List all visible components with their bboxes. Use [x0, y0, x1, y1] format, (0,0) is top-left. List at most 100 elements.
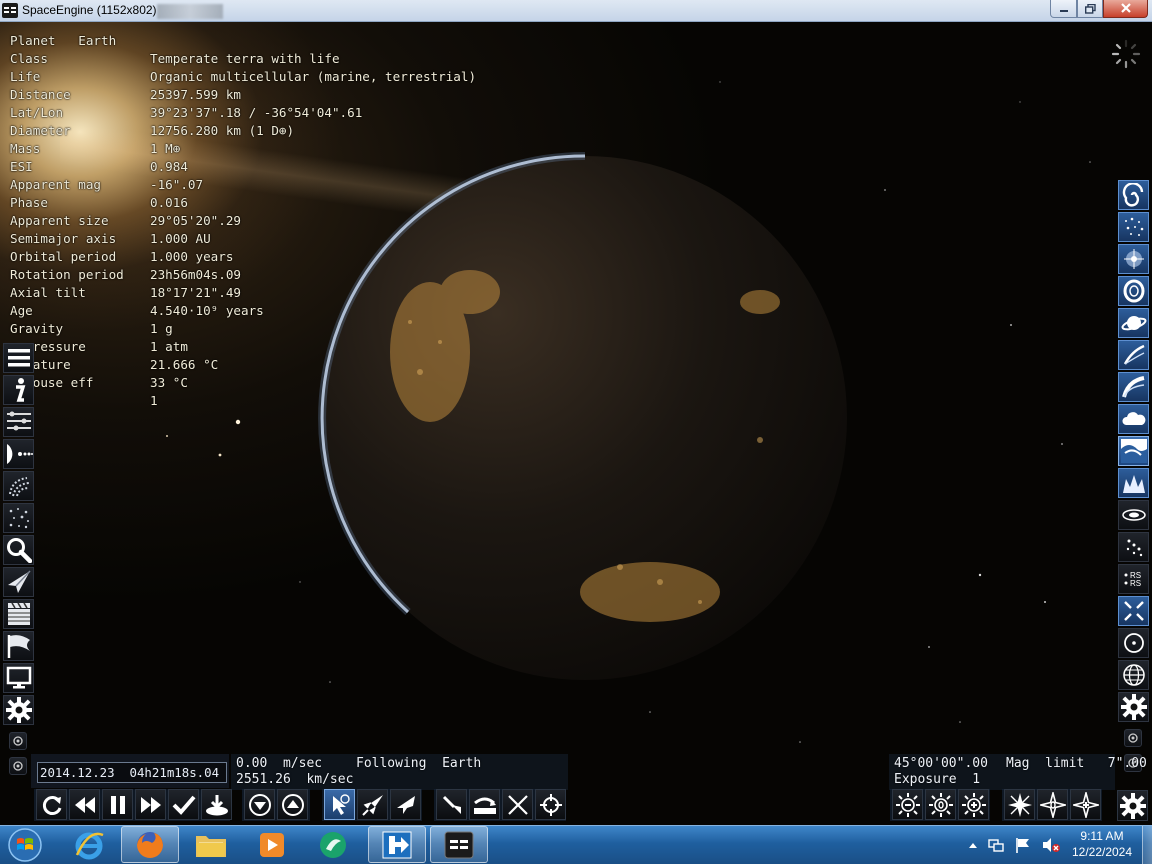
toggle-points-button[interactable]	[1118, 532, 1149, 562]
start-button[interactable]	[6, 828, 44, 862]
window-titlebar[interactable]: SpaceEngine (1152x802)	[0, 0, 1152, 22]
plane-mode-button[interactable]	[390, 789, 421, 820]
free-mode-button[interactable]	[324, 789, 355, 820]
toggle-galaxies-button[interactable]	[1118, 180, 1149, 210]
display-button[interactable]	[3, 663, 34, 693]
left-toolbar	[3, 343, 35, 782]
toggle-water-button[interactable]	[1118, 436, 1149, 466]
sync-time-button[interactable]	[201, 789, 232, 820]
ship-button[interactable]	[3, 567, 34, 597]
network-icon[interactable]	[987, 836, 1005, 854]
mag-increase-button[interactable]	[1070, 789, 1101, 820]
toggle-planets-button[interactable]	[1118, 308, 1149, 338]
info-row: ns1	[10, 392, 476, 410]
info-row: Life Organic multicellular (marine, terre…	[10, 68, 476, 86]
nav-controls	[244, 789, 308, 820]
spaceengine-app-icon	[2, 3, 18, 18]
info-row-label: Apparent size	[10, 213, 109, 228]
info-row-value: 21.666 °C	[150, 357, 219, 372]
info-row-label: Semimajor axis	[10, 231, 117, 246]
taskbar-media-player[interactable]	[243, 826, 301, 863]
settings-grid-button[interactable]	[3, 407, 34, 437]
solar-system-button[interactable]	[3, 439, 34, 469]
search-icon	[6, 538, 32, 563]
realtime-button[interactable]	[168, 789, 199, 820]
plane-icon	[396, 795, 415, 814]
space-viewport[interactable]: Planet Earth Class Temperate terra with l…	[0, 22, 1152, 825]
toggle-eclipses-button[interactable]	[1118, 500, 1149, 530]
time-controls	[36, 789, 232, 820]
left-toggle-2[interactable]	[9, 757, 27, 775]
ascend-button[interactable]	[277, 789, 308, 820]
taskbar-firefox[interactable]	[121, 826, 179, 863]
toggle-target-button[interactable]	[1118, 628, 1149, 658]
toggle-nebulae-button[interactable]	[1118, 244, 1149, 274]
info-button[interactable]	[3, 375, 34, 405]
rocket-icon	[361, 794, 383, 816]
fast-forward-button[interactable]	[135, 789, 166, 820]
pause-button[interactable]	[102, 789, 133, 820]
reverse-time-icon	[42, 795, 61, 815]
clapper-button[interactable]	[3, 599, 34, 629]
toggle-comets-button[interactable]	[1118, 340, 1149, 370]
spiral-button[interactable]	[3, 471, 34, 501]
action-center-flag-icon[interactable]	[1014, 836, 1032, 854]
eclipse-icon	[1121, 509, 1146, 521]
date-time-field[interactable]: 2014.12.23 04h21m18s.04	[37, 762, 227, 783]
taskbar-explorer[interactable]	[182, 826, 240, 863]
toggle-grid-button[interactable]	[1118, 660, 1149, 690]
toggle-atmospheres-button[interactable]	[1118, 372, 1149, 402]
exposure-reset-button[interactable]	[925, 789, 956, 820]
mag-minus-icon	[1007, 792, 1032, 817]
info-row: enhouse eff 33 °C	[10, 374, 476, 392]
toggle-markers-button[interactable]	[1118, 596, 1149, 626]
mag-decrease-button[interactable]	[1004, 789, 1035, 820]
down-arrow-icon	[248, 793, 271, 816]
pause-icon	[110, 795, 125, 814]
show-hidden-icons-icon[interactable]	[968, 840, 978, 850]
taskbar-internet-explorer[interactable]	[60, 826, 118, 863]
rocket-mode-button[interactable]	[357, 789, 388, 820]
exposure-decrease-button[interactable]	[892, 789, 923, 820]
toggle-stars-button[interactable]	[1118, 212, 1149, 242]
camera-settings-button[interactable]	[1117, 790, 1148, 821]
taskbar-file-transfer[interactable]	[368, 826, 426, 863]
descend-button[interactable]	[244, 789, 275, 820]
minimize-button[interactable]	[1050, 0, 1077, 18]
rotate-button[interactable]	[469, 789, 500, 820]
nebula-icon	[1123, 249, 1144, 269]
taskbar-messenger[interactable]	[304, 826, 362, 863]
star-browser-button[interactable]	[3, 503, 34, 533]
right-toggle-1[interactable]	[1124, 729, 1142, 747]
mag-reset-button[interactable]	[1037, 789, 1068, 820]
loading-spinner-icon	[1111, 39, 1141, 69]
exposure-increase-button[interactable]	[958, 789, 989, 820]
mag-reset-icon	[1039, 791, 1066, 818]
taskbar-clock[interactable]: 9:11 AM 12/22/2024	[1068, 828, 1136, 860]
toggle-aurora-button[interactable]	[1118, 468, 1149, 498]
reverse-time-button[interactable]	[36, 789, 67, 820]
info-row-value: 23h56m04s.09	[150, 267, 241, 282]
close-button[interactable]	[1103, 0, 1148, 18]
search-button[interactable]	[3, 535, 34, 565]
info-row-value: 39°23'37".18 / -36°54'04".61	[150, 105, 363, 120]
display-settings-button[interactable]	[1118, 692, 1149, 722]
left-toggle-1[interactable]	[9, 732, 27, 750]
rewind-button[interactable]	[69, 789, 100, 820]
toggle-orbits-button[interactable]	[1118, 276, 1149, 306]
rewind-icon	[74, 796, 95, 813]
show-desktop-button[interactable]	[1142, 826, 1152, 864]
restore-button[interactable]	[1077, 0, 1103, 18]
toggle-clouds-button[interactable]	[1118, 404, 1149, 434]
main-menu-button[interactable]	[3, 343, 34, 373]
target-circle-icon	[1123, 633, 1144, 653]
settings-button[interactable]	[3, 695, 34, 725]
flag-button[interactable]	[3, 631, 34, 661]
crosshair-button[interactable]	[535, 789, 566, 820]
toggle-labels-button[interactable]: RS RS	[1118, 564, 1149, 594]
volume-muted-icon[interactable]	[1041, 836, 1061, 854]
lean-button[interactable]	[436, 789, 467, 820]
speed-readout: 0.00 m/sec	[236, 756, 323, 771]
center-button[interactable]	[502, 789, 533, 820]
taskbar-spaceengine[interactable]	[430, 826, 488, 863]
